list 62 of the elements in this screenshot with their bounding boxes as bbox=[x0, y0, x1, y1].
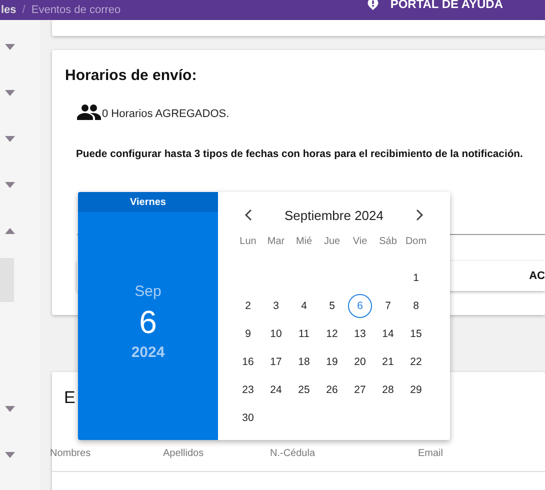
calendar-day[interactable]: 11 bbox=[292, 322, 316, 346]
calendar-day[interactable]: 9 bbox=[236, 322, 260, 346]
weekday-label: Mar bbox=[266, 234, 286, 248]
caret-icon[interactable] bbox=[5, 44, 15, 50]
calendar-day[interactable]: 13 bbox=[348, 322, 372, 346]
caret-icon[interactable] bbox=[5, 182, 15, 188]
column-header: Nombres bbox=[50, 448, 92, 459]
breadcrumb-link[interactable]: Eventos de correo bbox=[31, 4, 121, 16]
selected-day-text: 6 bbox=[139, 304, 157, 340]
calendar-day[interactable]: 20 bbox=[348, 350, 372, 374]
card-title: E bbox=[64, 388, 76, 408]
weekday-label: Lun bbox=[238, 234, 258, 248]
calendar-day[interactable]: 30 bbox=[236, 406, 260, 430]
caret-icon[interactable] bbox=[5, 452, 15, 458]
calendar-day[interactable]: 24 bbox=[264, 378, 288, 402]
breadcrumb-link[interactable]: les bbox=[1, 4, 16, 16]
notice-text: Puede configurar hasta 3 tipos de fechas con horas para el recibimiento de la notificación. bbox=[76, 149, 524, 160]
calendar-day[interactable]: 19 bbox=[320, 350, 344, 374]
calendar-day[interactable]: 29 bbox=[404, 378, 428, 402]
schedule-count-text: 0 Horarios AGREGADOS. bbox=[102, 108, 230, 120]
month-title: Septiembre 2024 bbox=[284, 208, 384, 222]
calendar-day[interactable]: 12 bbox=[320, 322, 344, 346]
caret-icon[interactable] bbox=[5, 406, 15, 412]
people-icon bbox=[77, 104, 101, 120]
calendar-day[interactable]: 16 bbox=[236, 350, 260, 374]
calendar-day[interactable]: 27 bbox=[348, 378, 372, 402]
weekday-label: Vie bbox=[352, 234, 368, 248]
caret-icon[interactable] bbox=[5, 90, 15, 96]
weekday-label: Mié bbox=[294, 234, 314, 248]
weekday-header: Viernes bbox=[78, 192, 218, 212]
calendar-day[interactable]: 6 bbox=[348, 294, 372, 318]
weekday-label: Sáb bbox=[378, 234, 398, 248]
card-title: Horarios de envío: bbox=[65, 66, 198, 84]
calendar-day[interactable]: 18 bbox=[292, 350, 316, 374]
weekday-label: Jue bbox=[322, 234, 342, 248]
calendar-day[interactable]: 21 bbox=[376, 350, 400, 374]
column-header: AC bbox=[529, 270, 545, 282]
calendar-day[interactable]: 26 bbox=[320, 378, 344, 402]
caret-icon[interactable] bbox=[5, 228, 15, 234]
calendar-day[interactable]: 25 bbox=[292, 378, 316, 402]
calendar-day[interactable]: 17 bbox=[264, 350, 288, 374]
calendar-day[interactable]: 10 bbox=[264, 322, 288, 346]
calendar-day[interactable]: 8 bbox=[404, 294, 428, 318]
calendar-day[interactable]: 5 bbox=[320, 294, 344, 318]
calendar-day[interactable]: 23 bbox=[236, 378, 260, 402]
breadcrumb-separator: / bbox=[22, 4, 26, 16]
calendar-day[interactable]: 22 bbox=[404, 350, 428, 374]
previous-month-icon[interactable] bbox=[244, 209, 252, 221]
weekday-label: Dom bbox=[404, 234, 428, 248]
calendar-day[interactable]: 2 bbox=[236, 294, 260, 318]
column-header: Email bbox=[418, 448, 444, 459]
calendar-day[interactable]: 1 bbox=[404, 266, 428, 290]
column-header: N.-Cédula bbox=[270, 448, 316, 459]
caret-icon[interactable] bbox=[5, 136, 15, 142]
calendar-day[interactable]: 28 bbox=[376, 378, 400, 402]
next-month-icon[interactable] bbox=[416, 209, 424, 221]
calendar-day[interactable]: 4 bbox=[292, 294, 316, 318]
calendar-day[interactable]: 7 bbox=[376, 294, 400, 318]
calendar-day[interactable]: 14 bbox=[376, 322, 400, 346]
column-header: Apellidos bbox=[163, 448, 205, 459]
calendar-day[interactable]: 3 bbox=[264, 294, 288, 318]
calendar-day[interactable]: 15 bbox=[404, 322, 428, 346]
